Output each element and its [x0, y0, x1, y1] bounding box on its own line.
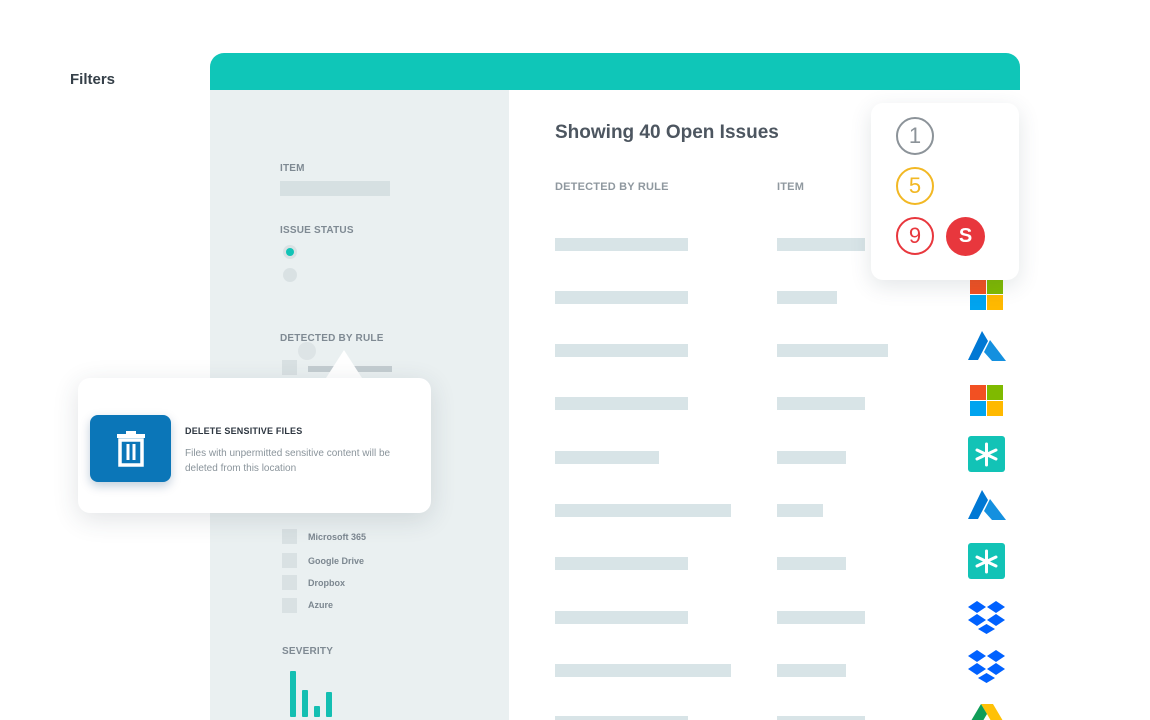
trash-icon — [116, 430, 145, 467]
item-filter-input[interactable] — [280, 181, 390, 196]
score-low-badge: 1 — [896, 117, 934, 155]
source-label-azure: Azure — [308, 600, 334, 610]
table-row[interactable] — [555, 291, 688, 304]
table-cell-item — [777, 291, 837, 304]
egnyte-logo-icon — [968, 543, 1005, 579]
table-cell-item — [777, 238, 865, 251]
table-row[interactable] — [555, 716, 688, 720]
rule-radio[interactable] — [298, 342, 316, 360]
table-row[interactable] — [555, 611, 688, 624]
dropbox-logo-icon — [968, 650, 1005, 683]
source-checkbox-microsoft-365[interactable] — [282, 529, 297, 544]
table-cell-item — [777, 716, 865, 720]
score-medium-badge: 5 — [896, 167, 934, 205]
table-row[interactable] — [555, 344, 688, 357]
rule-checkbox[interactable] — [282, 360, 297, 375]
popover-description: Files with unpermitted sensitive content… — [185, 448, 391, 474]
table-row[interactable] — [555, 504, 731, 517]
filter-severity-label: SEVERITY — [282, 646, 334, 657]
table-row[interactable] — [555, 397, 688, 410]
source-label-microsoft-365: Microsoft 365 — [308, 532, 367, 542]
table-cell-item — [777, 344, 888, 357]
table-row[interactable] — [555, 557, 688, 570]
egnyte-logo-icon — [968, 436, 1005, 472]
filter-item-label: ITEM — [280, 163, 305, 174]
delete-files-button[interactable] — [90, 415, 171, 482]
column-header-item: ITEM — [777, 181, 805, 193]
microsoft-logo-icon — [970, 385, 1003, 416]
score-high-badge: 9 — [896, 217, 934, 255]
table-cell-item — [777, 557, 846, 570]
source-label-dropbox: Dropbox — [308, 578, 345, 588]
filters-title: Filters — [70, 71, 116, 88]
source-label-google-drive: Google Drive — [308, 556, 365, 566]
column-header-detected-by-rule: DETECTED BY RULE — [555, 181, 669, 193]
table-cell-item — [777, 504, 823, 517]
table-cell-item — [777, 611, 865, 624]
azure-logo-icon — [968, 490, 1006, 520]
filter-detected-by-rule-label: DETECTED BY RULE — [280, 333, 384, 344]
popover-arrow — [326, 350, 362, 378]
table-cell-item — [777, 397, 865, 410]
filter-issue-status-label: ISSUE STATUS — [280, 225, 354, 236]
issue-status-radio-open[interactable] — [283, 245, 297, 259]
risk-score-card — [871, 103, 1019, 280]
issue-status-radio-closed[interactable] — [283, 268, 297, 282]
table-cell-item — [777, 664, 846, 677]
source-checkbox-dropbox[interactable] — [282, 575, 297, 590]
popover-title: DELETE SENSITIVE FILES — [185, 426, 303, 436]
table-row[interactable] — [555, 238, 688, 251]
table-cell-item — [777, 451, 846, 464]
source-checkbox-azure[interactable] — [282, 598, 297, 613]
microsoft-logo-icon — [970, 279, 1003, 310]
table-row[interactable] — [555, 664, 731, 677]
window-title-bar — [210, 53, 1020, 90]
user-avatar[interactable]: S — [946, 217, 985, 256]
dropbox-logo-icon — [968, 601, 1005, 634]
azure-logo-icon — [968, 331, 1006, 361]
google-drive-logo-icon — [971, 704, 1003, 720]
source-checkbox-google-drive[interactable] — [282, 553, 297, 568]
page-title: Showing 40 Open Issues — [555, 122, 779, 143]
table-row[interactable] — [555, 451, 659, 464]
